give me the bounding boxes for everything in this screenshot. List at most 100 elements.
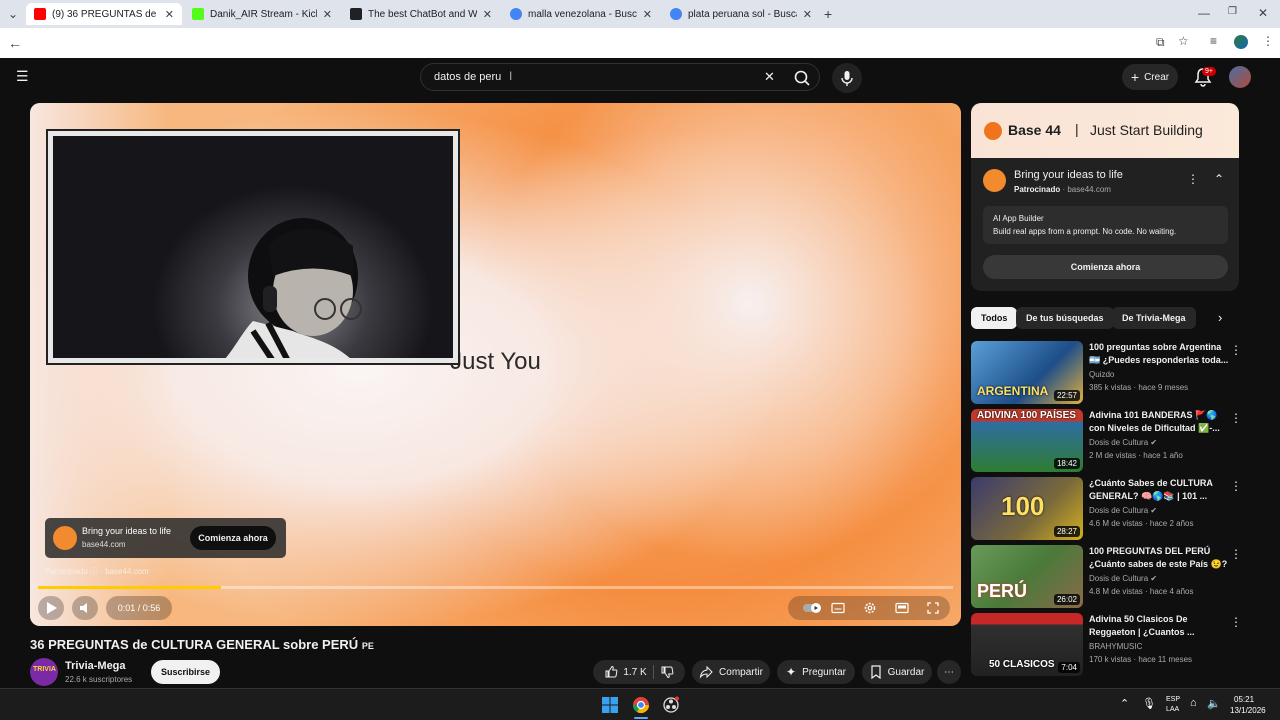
ad-cta-button[interactable]: Comienza ahora: [983, 255, 1228, 279]
recommendation-item[interactable]: ADIVINA 100 PAÍSES 18:42 Adivina 101 BAN…: [971, 409, 1251, 473]
recommendation-channel[interactable]: Dosis de Cultura ✔: [1089, 574, 1157, 583]
browser-tab-active[interactable]: (9) 36 PREGUNTAS de CULT ✕: [26, 3, 182, 25]
close-tab-icon[interactable]: ✕: [643, 8, 652, 21]
ask-button[interactable]: ✦ Preguntar: [777, 660, 855, 684]
autoplay-toggle-icon[interactable]: [802, 601, 822, 615]
more-options-icon[interactable]: ⋮: [1230, 411, 1242, 425]
search-input[interactable]: datos de peru: [434, 71, 501, 83]
play-button[interactable]: [38, 596, 64, 620]
recommendation-title[interactable]: Adivina 101 BANDERAS 🚩🌎 con Niveles de D…: [1089, 409, 1229, 435]
chip-from-searches[interactable]: De tus búsquedas: [1016, 307, 1114, 329]
player-ad-card[interactable]: Bring your ideas to life base44.com Comi…: [45, 518, 286, 558]
chip-from-channel[interactable]: De Trivia-Mega: [1112, 307, 1196, 329]
install-app-icon[interactable]: ⧉: [1156, 35, 1165, 50]
new-tab-button[interactable]: +: [824, 6, 832, 22]
tray-mic-icon[interactable]: 🎙: [1142, 697, 1156, 710]
input-layout[interactable]: LAA: [1166, 706, 1179, 713]
more-options-icon[interactable]: ⋮: [1230, 479, 1242, 493]
browser-tab-kick[interactable]: Danik_AIR Stream - Kick Da ✕: [184, 3, 340, 25]
channel-name[interactable]: Trivia-Mega: [65, 660, 126, 672]
clock-time[interactable]: 05:21: [1234, 695, 1254, 704]
clear-search-icon[interactable]: ✕: [764, 69, 775, 85]
recommendation-title[interactable]: 100 PREGUNTAS DEL PERÚ ¿Cuánto sabes de …: [1089, 545, 1229, 571]
info-icon[interactable]: ⓘ: [90, 567, 98, 576]
advertiser-avatar[interactable]: [983, 169, 1006, 192]
recommendation-channel[interactable]: Dosis de Cultura ✔: [1089, 506, 1157, 515]
video-thumbnail[interactable]: PERÚ 26:02: [971, 545, 1083, 608]
minimize-button[interactable]: —: [1198, 6, 1210, 20]
channel-avatar[interactable]: TRIVIA: [30, 658, 58, 686]
profile-avatar-icon[interactable]: [1234, 35, 1248, 49]
play-icon: [47, 602, 57, 614]
tray-chevron-icon[interactable]: ⌃: [1120, 697, 1129, 710]
ad-banner[interactable]: Base 44 | Just Start Building: [971, 103, 1239, 158]
collapse-chevron-icon[interactable]: ⌃: [1214, 172, 1224, 186]
recommendation-item[interactable]: PERÚ 26:02 100 PREGUNTAS DEL PERÚ ¿Cuánt…: [971, 545, 1251, 609]
close-tab-icon[interactable]: ✕: [323, 8, 332, 21]
ad-card-cta-button[interactable]: Comienza ahora: [190, 526, 276, 550]
tab-search-chevron-icon[interactable]: ⌄: [8, 7, 18, 21]
recommendation-channel[interactable]: Dosis de Cultura ✔: [1089, 438, 1157, 447]
browser-tab-malla[interactable]: malla venezolana - Buscar con ✕: [502, 3, 660, 25]
subscribe-button[interactable]: Suscribirse: [151, 660, 220, 684]
close-tab-icon[interactable]: ✕: [483, 8, 492, 21]
more-options-icon[interactable]: ⋮: [1230, 343, 1242, 357]
media-control-icon[interactable]: ≡: [1210, 34, 1217, 48]
speaker-icon[interactable]: 🔈: [1207, 697, 1221, 710]
chips-next-chevron-icon[interactable]: ›: [1218, 310, 1222, 325]
more-options-icon[interactable]: ⋮: [1230, 615, 1242, 629]
recommendation-channel[interactable]: Quizdo: [1089, 370, 1114, 379]
save-button[interactable]: Guardar: [862, 660, 932, 684]
browser-tab-plata[interactable]: plata peruana sol - Buscar con ✕: [662, 3, 820, 25]
menu-icon[interactable]: ☰: [16, 68, 29, 85]
create-button[interactable]: + Crear: [1122, 64, 1178, 90]
ad-title[interactable]: Bring your ideas to life: [1014, 169, 1123, 181]
progress-bar[interactable]: [38, 586, 953, 589]
settings-gear-icon[interactable]: [863, 601, 877, 615]
chip-all[interactable]: Todos: [971, 307, 1018, 329]
video-player[interactable]: Just You Bring your ideas to life base44…: [30, 103, 961, 626]
input-language[interactable]: ESP: [1166, 696, 1180, 703]
recommendation-item[interactable]: 100 28:27 ¿Cuánto Sabes de CULTURA GENER…: [971, 477, 1251, 541]
recommendation-item[interactable]: 50 CLASICOS 7:04 Adivina 50 Clasicos De …: [971, 613, 1251, 677]
fullscreen-icon[interactable]: [926, 601, 940, 615]
like-button[interactable]: 1.7 K: [604, 665, 647, 679]
miniplayer-icon[interactable]: [895, 601, 909, 615]
close-tab-icon[interactable]: ✕: [803, 8, 812, 21]
windows-start-icon[interactable]: [602, 697, 618, 713]
search-box[interactable]: datos de peru I ✕: [420, 63, 820, 91]
sponsored-url[interactable]: base44.com: [105, 567, 149, 576]
subtitles-icon[interactable]: [831, 601, 845, 615]
share-button[interactable]: Compartir: [692, 660, 770, 684]
more-actions-button[interactable]: ⋯: [937, 660, 961, 684]
video-thumbnail[interactable]: ADIVINA 100 PAÍSES 18:42: [971, 409, 1083, 472]
back-arrow-icon[interactable]: ←: [8, 35, 22, 51]
obs-app-icon[interactable]: [662, 696, 680, 714]
ad-more-icon[interactable]: ⋮: [1187, 172, 1199, 186]
video-thumbnail[interactable]: 50 CLASICOS 7:04: [971, 613, 1083, 676]
chrome-app-icon[interactable]: [632, 696, 650, 714]
voice-search-button[interactable]: [832, 63, 862, 93]
more-options-icon[interactable]: ⋮: [1230, 547, 1242, 561]
close-tab-icon[interactable]: ✕: [165, 8, 174, 21]
video-thumbnail[interactable]: ARGENTINA 22:57: [971, 341, 1083, 404]
recommendation-meta: 2 M de vistas · hace 1 año: [1089, 451, 1183, 460]
more-menu-icon[interactable]: ⋮: [1262, 34, 1274, 48]
volume-button[interactable]: [72, 596, 98, 620]
recommendation-title[interactable]: ¿Cuánto Sabes de CULTURA GENERAL? 🧠🌎📚 | …: [1089, 477, 1229, 503]
maximize-button[interactable]: ❐: [1228, 6, 1237, 17]
network-icon[interactable]: ⌂: [1190, 697, 1197, 709]
bookmark-star-icon[interactable]: ☆: [1178, 34, 1189, 48]
recommendation-item[interactable]: ARGENTINA 22:57 100 preguntas sobre Arge…: [971, 341, 1251, 405]
like-count: 1.7 K: [623, 666, 647, 678]
recommendation-channel[interactable]: BRAHYMUSIC: [1089, 642, 1142, 651]
account-avatar[interactable]: [1229, 66, 1251, 88]
browser-tab-chatbot[interactable]: The best ChatBot and Widgets ✕: [342, 3, 500, 25]
thumbs-down-icon[interactable]: [660, 665, 674, 679]
search-button[interactable]: [785, 65, 819, 91]
close-window-button[interactable]: ✕: [1258, 6, 1268, 20]
recommendation-title[interactable]: 100 preguntas sobre Argentina 🇦🇷 ¿Puedes…: [1089, 341, 1229, 367]
video-thumbnail[interactable]: 100 28:27: [971, 477, 1083, 540]
clock-date[interactable]: 13/1/2026: [1230, 706, 1266, 715]
recommendation-title[interactable]: Adivina 50 Clasicos De Reggaeton | ¿Cuan…: [1089, 613, 1229, 639]
